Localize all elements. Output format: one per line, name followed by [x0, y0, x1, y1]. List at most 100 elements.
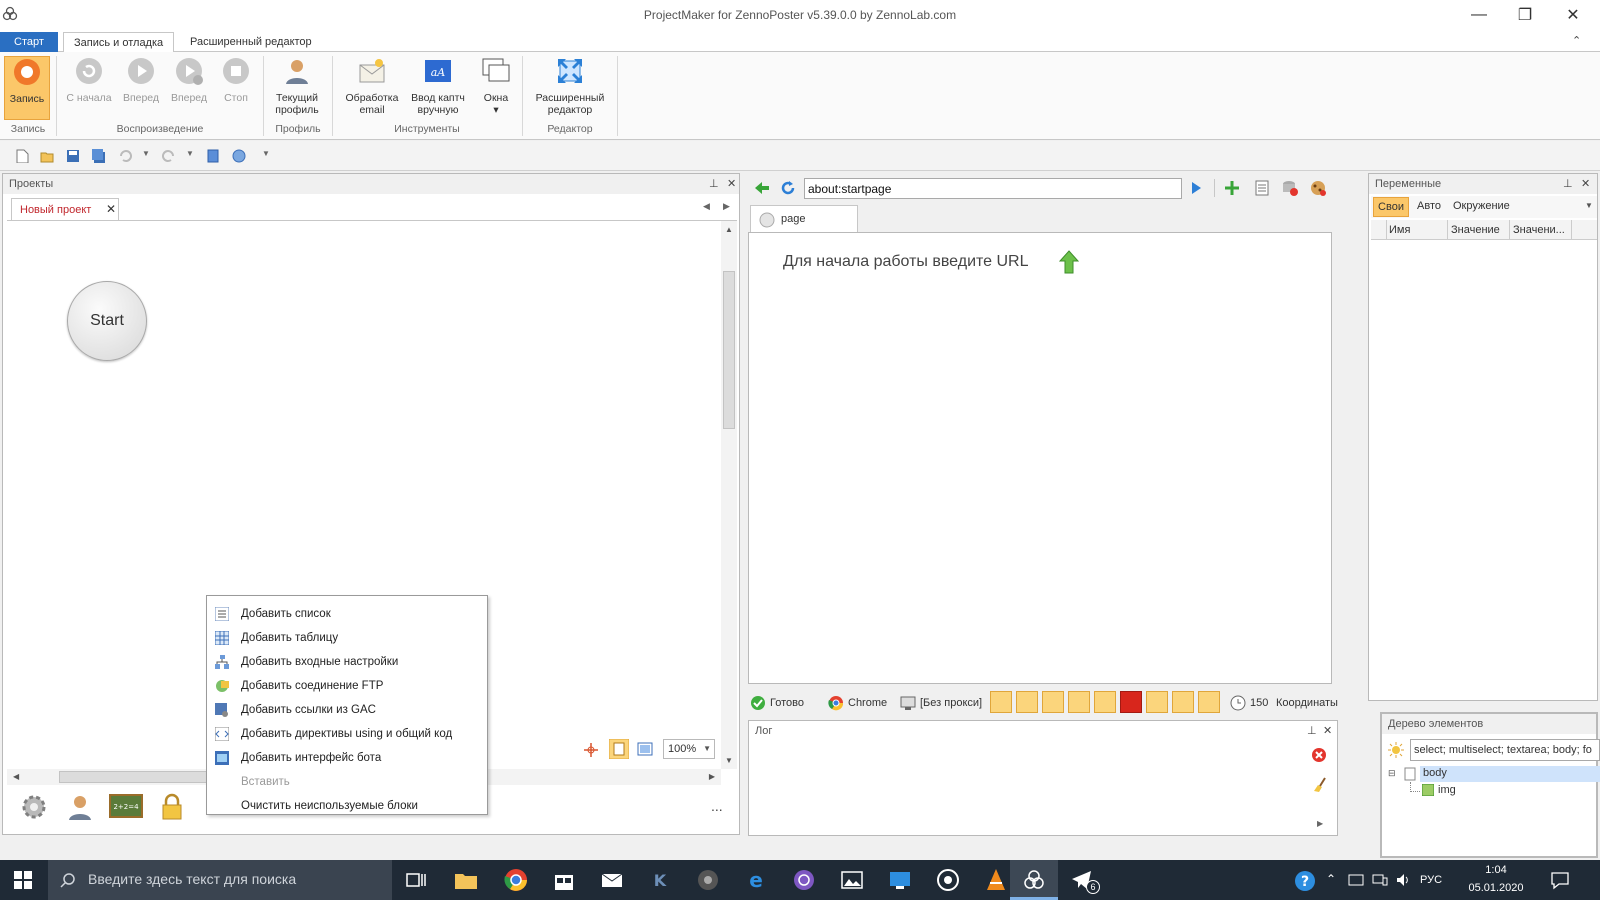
remote-desktop-icon[interactable] — [888, 868, 912, 892]
device-icon[interactable] — [1372, 874, 1388, 886]
col-name[interactable]: Имя — [1389, 224, 1410, 236]
zennoposter-taskbar-item[interactable] — [1010, 860, 1058, 900]
minimize-button[interactable]: — — [1456, 0, 1502, 30]
redo-icon[interactable] — [162, 149, 176, 163]
edge-icon[interactable]: e — [744, 868, 768, 892]
menu-add-ftp[interactable]: Добавить соединение FTP — [207, 674, 487, 698]
toggle-plugins-icon[interactable] — [1172, 691, 1194, 713]
menu-add-gac-refs[interactable]: Добавить ссылки из GAC — [207, 698, 487, 722]
open-folder-icon[interactable] — [40, 149, 54, 163]
scroll-down-icon[interactable]: ▼ — [725, 756, 733, 765]
windows-menu-button[interactable]: Окна ▾ — [474, 56, 518, 120]
email-processing-button[interactable]: Обработка email — [340, 56, 404, 120]
chrome-taskbar-icon[interactable] — [504, 868, 528, 892]
vk-icon[interactable]: K — [648, 868, 672, 892]
task-view-icon[interactable] — [404, 868, 428, 892]
toggle-frames-icon[interactable] — [1016, 691, 1038, 713]
settings-gear-icon[interactable] — [19, 792, 49, 822]
variables-close-icon[interactable]: ✕ — [1581, 177, 1590, 190]
more-options-button[interactable]: ... — [711, 798, 723, 814]
current-profile-button[interactable]: Текущий профиль — [268, 56, 326, 120]
highlight-sun-icon[interactable] — [1388, 742, 1404, 758]
proxy-icon[interactable] — [900, 695, 916, 711]
page-source-icon[interactable] — [1254, 180, 1270, 196]
undo-icon[interactable] — [118, 149, 132, 163]
photos-icon[interactable] — [840, 868, 864, 892]
qat-customize-icon[interactable]: ▼ — [262, 149, 270, 158]
lock-icon[interactable] — [157, 792, 187, 822]
start-node[interactable]: Start — [67, 281, 147, 361]
toggle-activex-icon[interactable] — [1146, 691, 1168, 713]
menu-clear-unused-blocks[interactable]: Очистить неиспользуемые блоки — [207, 794, 487, 818]
user-icon[interactable] — [65, 792, 95, 822]
globe-icon[interactable] — [232, 149, 246, 163]
toggle-popups-icon[interactable] — [1042, 691, 1064, 713]
save-icon[interactable] — [66, 149, 80, 163]
mail-icon[interactable] — [600, 868, 624, 892]
record-button[interactable]: Запись — [4, 56, 50, 120]
tab-auto-vars[interactable]: Авто — [1417, 200, 1441, 212]
toggle-flash-icon[interactable] — [1120, 691, 1142, 713]
variables-pin-icon[interactable]: ⊥ — [1563, 177, 1573, 190]
cookies-icon[interactable] — [1310, 180, 1326, 196]
notifications-icon[interactable] — [1550, 870, 1570, 890]
restore-button[interactable]: ❐ — [1502, 0, 1548, 30]
tab-scroll-left-icon[interactable]: ◀ — [703, 201, 710, 212]
tray-expand-icon[interactable]: ⌃ — [1326, 872, 1336, 886]
media-app-icon[interactable] — [696, 868, 720, 892]
go-arrow-icon[interactable] — [1190, 181, 1202, 195]
volume-icon[interactable] — [1396, 873, 1412, 887]
pin-icon[interactable]: ⊥ — [709, 177, 719, 190]
tree-collapse-icon[interactable]: ⊟ — [1388, 768, 1396, 779]
browser-tab[interactable]: page — [750, 205, 858, 233]
toggle-images-icon[interactable] — [990, 691, 1012, 713]
scroll-right-icon[interactable]: ▶ — [709, 772, 715, 781]
scroll-left-icon[interactable]: ◀ — [13, 772, 19, 781]
col-value[interactable]: Значение — [1451, 224, 1500, 236]
move-canvas-icon[interactable] — [583, 742, 599, 758]
tab-advanced-editor[interactable]: Расширенный редактор — [180, 32, 322, 52]
tree-node-body[interactable]: body — [1420, 766, 1600, 782]
tab-scroll-right-icon[interactable]: ▶ — [723, 201, 730, 212]
zoom-select[interactable]: 100% ▼ — [663, 739, 715, 759]
help-icon[interactable]: ? — [1294, 870, 1316, 892]
project-tab[interactable]: Новый проект ✕ — [11, 198, 119, 220]
refresh-icon[interactable] — [780, 180, 796, 196]
undo-dropdown-icon[interactable]: ▼ — [142, 149, 150, 158]
save-all-icon[interactable] — [92, 149, 106, 163]
log-pin-icon[interactable]: ⊥ — [1307, 724, 1317, 737]
taskbar-search-input[interactable]: Введите здесь текст для поиска — [48, 860, 392, 900]
tree-node-img[interactable]: img — [1438, 784, 1456, 796]
close-button[interactable]: ✕ — [1550, 0, 1596, 30]
tab-start[interactable]: Старт — [0, 32, 58, 52]
element-filter-input[interactable]: select; multiselect; textarea; body; fo — [1410, 739, 1600, 761]
menu-add-list[interactable]: Добавить список — [207, 602, 487, 626]
redo-dropdown-icon[interactable]: ▼ — [186, 149, 194, 158]
clear-cache-icon[interactable] — [1282, 180, 1298, 196]
menu-add-table[interactable]: Добавить таблицу — [207, 626, 487, 650]
advanced-editor-button[interactable]: Расширенный редактор — [530, 56, 610, 120]
menu-add-input-settings[interactable]: Добавить входные настройки — [207, 650, 487, 674]
clock-time[interactable]: 1:04 — [1466, 864, 1526, 876]
menu-add-using-directives[interactable]: Добавить директивы using и общий код — [207, 722, 487, 746]
tab-record-debug[interactable]: Запись и отладка — [63, 32, 175, 53]
menu-add-bot-interface[interactable]: Добавить интерфейс бота — [207, 746, 487, 770]
store-icon[interactable] — [552, 868, 576, 892]
url-input[interactable]: about:startpage — [804, 178, 1182, 199]
forward-button[interactable]: Вперед — [118, 56, 164, 120]
vertical-scroll-thumb[interactable] — [723, 271, 735, 429]
language-indicator[interactable]: РУС — [1420, 874, 1442, 886]
tab-own-vars[interactable]: Свои — [1373, 197, 1409, 217]
copy-icon[interactable] — [206, 149, 220, 163]
toggle-css-icon[interactable] — [1068, 691, 1090, 713]
clock-date[interactable]: 05.01.2020 — [1460, 882, 1532, 894]
log-close-icon[interactable]: ✕ — [1323, 724, 1332, 737]
stop-button[interactable]: Стоп — [214, 56, 258, 120]
panel-close-icon[interactable]: ✕ — [727, 177, 736, 190]
add-tab-icon[interactable] — [1224, 180, 1240, 196]
chrome-icon[interactable] — [828, 695, 844, 711]
windows-start-icon[interactable] — [14, 871, 32, 889]
clear-errors-icon[interactable] — [1311, 747, 1327, 763]
scroll-up-icon[interactable]: ▲ — [725, 225, 733, 234]
network-icon[interactable] — [1348, 874, 1364, 886]
